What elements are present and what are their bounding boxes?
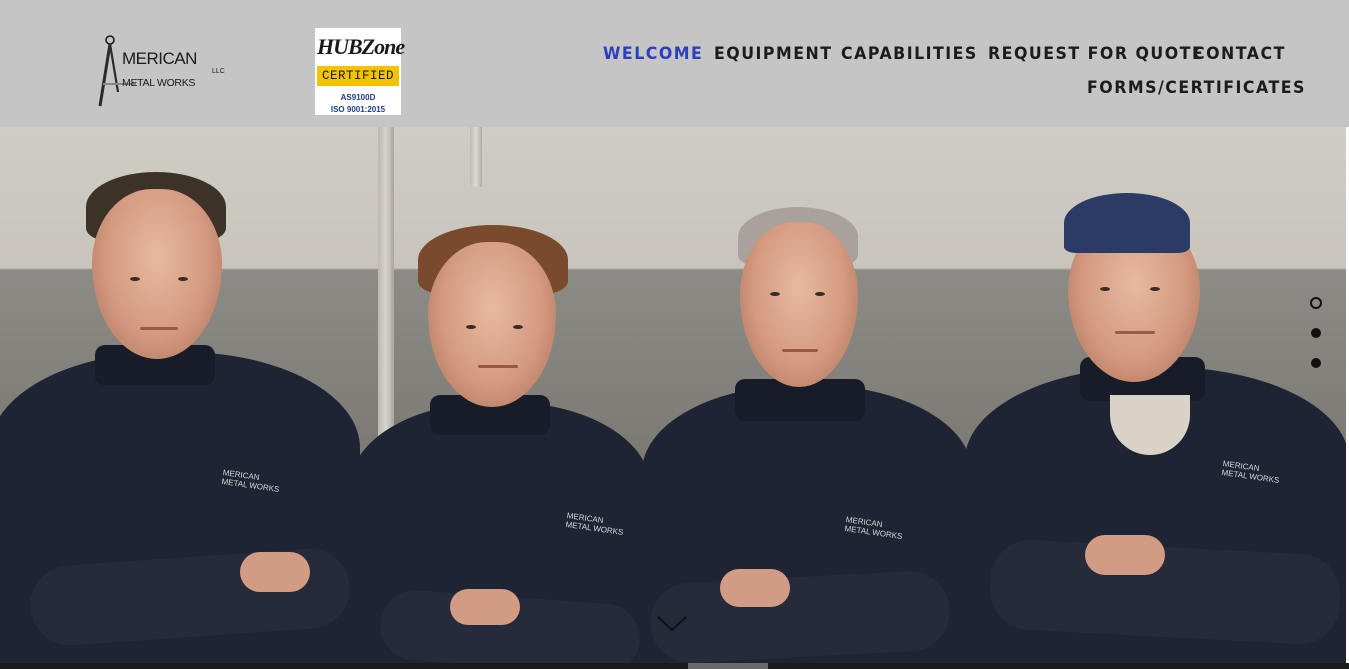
nav-welcome[interactable]: WELCOME: [603, 44, 703, 64]
hubzone-certification-badge: HUBZone CERTIFIED AS9100D ISO 9001:2015: [315, 28, 405, 115]
nav-contact[interactable]: CONTACT: [1193, 44, 1286, 64]
nav-forms-certificates[interactable]: FORMS/CERTIFICATES: [1087, 78, 1306, 98]
background-pipe: [470, 127, 482, 187]
hero-slider: MERICAN METAL WORKS MERICAN METAL WORKS …: [0, 127, 1349, 669]
chevron-down-icon[interactable]: [657, 615, 687, 633]
badge-band: CERTIFIED: [317, 66, 399, 86]
slide-progress-bar: [0, 663, 1349, 669]
slide-dot-1[interactable]: [1310, 297, 1322, 309]
nav-equipment[interactable]: EQUIPMENT: [714, 44, 833, 64]
slide-dot-3[interactable]: [1311, 358, 1321, 368]
compass-logo-icon: [98, 35, 136, 107]
nav-request-for-quote[interactable]: REQUEST FOR QUOTE: [988, 44, 1204, 64]
site-logo[interactable]: MERICAN LLC METAL WORKS: [96, 32, 228, 110]
slide-dot-2[interactable]: [1311, 328, 1321, 338]
badge-standard-1: AS9100D: [340, 93, 376, 102]
logo-text-line2: METAL WORKS: [122, 77, 196, 89]
badge-standard-2: ISO 9001:2015: [330, 105, 386, 114]
logo-text-line1: MERICAN: [122, 49, 197, 68]
site-header: MERICAN LLC METAL WORKS HUBZone CERTIFIE…: [0, 0, 1349, 127]
badge-title: HUBZone: [317, 34, 405, 59]
slide-progress-segment: [688, 663, 768, 669]
nav-capabilities[interactable]: CAPABILITIES: [841, 44, 978, 64]
logo-suffix: LLC: [212, 68, 225, 75]
